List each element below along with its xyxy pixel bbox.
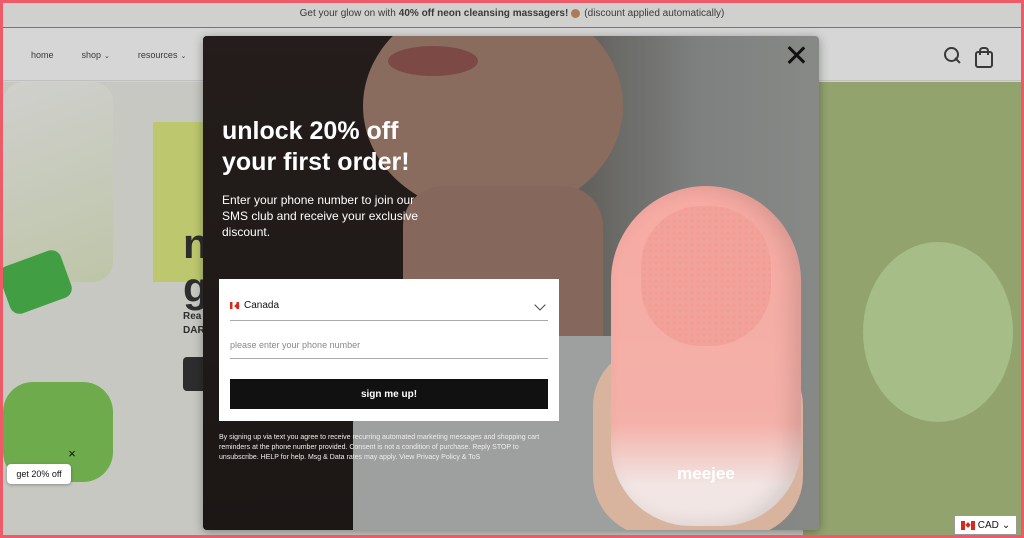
sms-signup-popup: meejee unlock 20% off your first order! … <box>203 36 819 530</box>
popup-headline-line: unlock 20% off <box>222 117 399 145</box>
sms-form: Canada sign me up! <box>219 279 559 421</box>
currency-selector[interactable]: CAD ⌄ <box>954 515 1017 535</box>
chevron-down-icon <box>534 299 546 311</box>
chevron-down-icon: ⌄ <box>1001 519 1011 531</box>
popup-headline-line: your first order! <box>222 148 410 176</box>
popup-subtext: Enter your phone number to join our SMS … <box>222 193 419 239</box>
device-bristles <box>641 206 771 346</box>
cleansing-device-image: meejee <box>611 186 801 526</box>
country-label: Canada <box>244 300 280 311</box>
teaser-close-button[interactable]: × <box>65 447 79 461</box>
sign-up-button[interactable]: sign me up! <box>230 379 548 409</box>
device-brand-logo: meejee <box>677 464 735 483</box>
discount-teaser-button[interactable]: get 20% off <box>7 464 71 484</box>
currency-label: CAD <box>977 519 999 531</box>
phone-input[interactable] <box>230 331 548 359</box>
country-select[interactable]: Canada <box>230 291 548 321</box>
canada-flag-icon <box>230 302 239 309</box>
page-frame: Get your glow on with 40% off neon clean… <box>3 3 1021 535</box>
canada-flag-icon <box>960 520 975 530</box>
close-icon[interactable] <box>785 44 807 66</box>
popup-headline: unlock 20% off your first order! <box>222 116 482 178</box>
legal-disclaimer: By signing up via text you agree to rece… <box>219 434 540 461</box>
